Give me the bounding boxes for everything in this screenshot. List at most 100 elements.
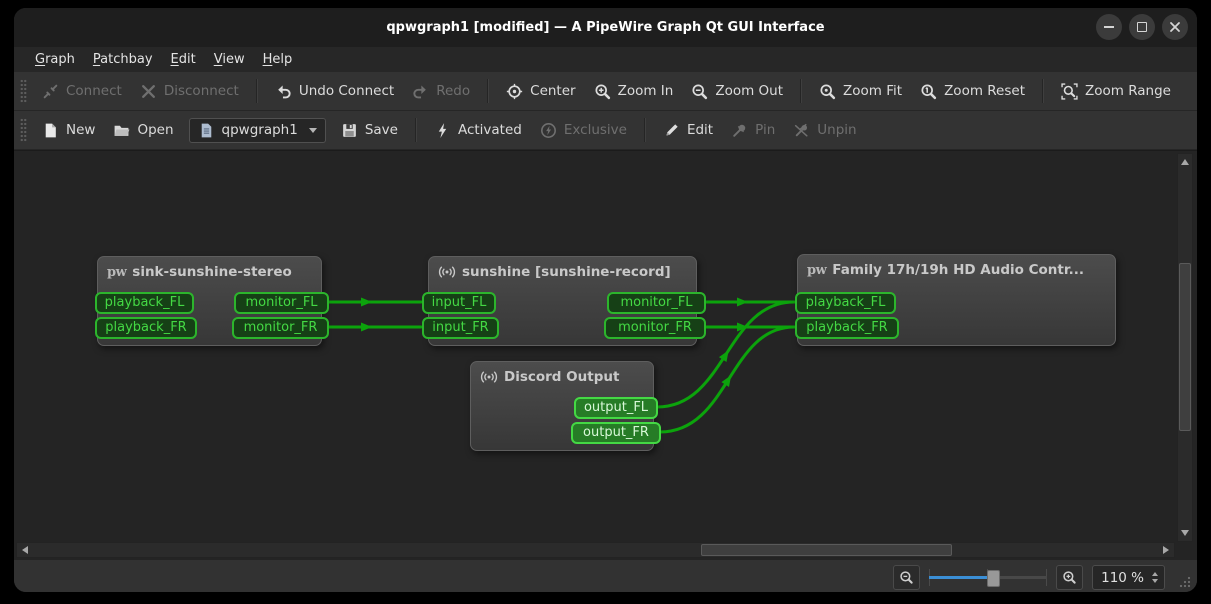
exclusive-button: Exclusive — [531, 117, 636, 144]
node-sunshine[interactable]: sunshine [sunshine-record] input_FL inpu… — [428, 256, 697, 346]
zoom-range-icon — [1061, 83, 1078, 100]
port-output-fl[interactable]: output_FL — [574, 397, 658, 419]
new-button[interactable]: New — [33, 117, 104, 144]
node-family-hd-audio[interactable]: pw Family 17h/19h HD Audio Contr... play… — [797, 254, 1116, 346]
patchbay-toolbar: New Open qpwgraph1 Save Activated Exclus… — [14, 111, 1197, 150]
circled-bolt-icon — [540, 122, 557, 139]
port-playback-fr[interactable]: playback_FR — [795, 317, 899, 339]
save-label: Save — [365, 122, 398, 138]
node-title: pw sink-sunshine-stereo — [98, 257, 321, 280]
menu-patchbay[interactable]: Patchbay — [84, 47, 162, 72]
port-playback-fl[interactable]: playback_FL — [95, 292, 194, 314]
zoom-reset-button[interactable]: Zoom Reset — [911, 78, 1034, 105]
scroll-left-button[interactable] — [18, 543, 32, 557]
zoom-range-button[interactable]: Zoom Range — [1052, 78, 1180, 105]
horizontal-scrollbar-thumb[interactable] — [701, 544, 952, 556]
window-title: qpwgraph1 [modified] — A PipeWire Graph … — [14, 8, 1197, 47]
close-button[interactable] — [1162, 14, 1188, 40]
spin-up-button[interactable] — [1152, 572, 1158, 576]
chevron-down-icon — [309, 128, 317, 133]
node-title-text: Family 17h/19h HD Audio Contr... — [832, 262, 1084, 278]
scroll-right-button[interactable] — [1159, 543, 1173, 557]
zoom-reset-label: Zoom Reset — [944, 83, 1025, 99]
new-label: New — [66, 122, 95, 138]
zoom-fit-button[interactable]: Zoom Fit — [810, 78, 911, 105]
node-title-text: sink-sunshine-stereo — [132, 264, 292, 280]
node-discord-output[interactable]: Discord Output output_FL output_FR — [470, 361, 654, 451]
zoom-fit-icon — [819, 83, 836, 100]
maximize-button[interactable] — [1129, 14, 1155, 40]
zoom-slider-handle[interactable] — [987, 570, 1000, 587]
port-playback-fr[interactable]: playback_FR — [95, 317, 197, 339]
node-title: sunshine [sunshine-record] — [429, 257, 696, 280]
triangle-up-icon — [1181, 159, 1189, 165]
redo-label: Redo — [436, 83, 470, 99]
unpin-label: Unpin — [817, 122, 856, 138]
toolbar-separator — [800, 79, 802, 103]
zoom-in-button[interactable]: Zoom In — [585, 78, 683, 105]
zoom-value: 110 % — [1101, 570, 1144, 586]
activated-button[interactable]: Activated — [425, 117, 531, 144]
pipewire-icon: pw — [107, 265, 126, 280]
disconnect-button: Disconnect — [131, 78, 248, 105]
zoom-fit-label: Zoom Fit — [843, 83, 902, 99]
zoom-out-label: Zoom Out — [715, 83, 783, 99]
statusbar-zoom-out-button[interactable] — [893, 565, 920, 590]
port-playback-fl[interactable]: playback_FL — [795, 292, 896, 314]
redo-icon — [412, 83, 429, 100]
zoom-in-icon — [1062, 570, 1077, 585]
spin-down-button[interactable] — [1152, 579, 1158, 583]
minimize-button[interactable] — [1096, 14, 1122, 40]
zoom-spinbox[interactable]: 110 % — [1092, 565, 1165, 590]
pin-label: Pin — [755, 122, 775, 138]
menu-view[interactable]: View — [205, 47, 254, 72]
toolbar-drag-handle[interactable] — [20, 118, 27, 142]
menu-edit[interactable]: Edit — [162, 47, 205, 72]
undo-connect-button[interactable]: Undo Connect — [266, 78, 403, 105]
toolbar-separator — [644, 118, 646, 142]
port-monitor-fl[interactable]: monitor_FL — [234, 292, 329, 314]
statusbar: 110 % — [14, 560, 1197, 592]
zoom-slider-fill — [929, 576, 991, 579]
node-sink-sunshine-stereo[interactable]: pw sink-sunshine-stereo playback_FL play… — [97, 256, 322, 346]
center-label: Center — [530, 83, 575, 99]
horizontal-scrollbar[interactable] — [16, 542, 1175, 558]
patchbay-file-combobox[interactable]: qpwgraph1 — [189, 118, 326, 143]
zoom-out-button[interactable]: Zoom Out — [682, 78, 792, 105]
port-input-fl[interactable]: input_FL — [422, 292, 496, 314]
port-monitor-fr[interactable]: monitor_FR — [232, 317, 329, 339]
port-monitor-fl[interactable]: monitor_FL — [607, 292, 706, 314]
disconnect-icon — [140, 83, 157, 100]
toolbar-separator — [487, 79, 489, 103]
vertical-scrollbar-thumb[interactable] — [1179, 263, 1191, 431]
node-title: Discord Output — [471, 362, 653, 385]
menu-help[interactable]: Help — [254, 47, 302, 72]
exclusive-label: Exclusive — [564, 122, 627, 138]
undo-connect-label: Undo Connect — [299, 83, 394, 99]
scroll-down-button[interactable] — [1178, 526, 1192, 540]
zoom-out-icon — [899, 570, 914, 585]
vertical-scrollbar[interactable] — [1177, 153, 1193, 542]
menu-graph[interactable]: Graph — [26, 47, 84, 72]
port-monitor-fr[interactable]: monitor_FR — [604, 317, 706, 339]
undo-icon — [275, 83, 292, 100]
open-button[interactable]: Open — [104, 117, 182, 144]
node-title-text: sunshine [sunshine-record] — [462, 264, 671, 280]
zoom-reset-icon — [920, 83, 937, 100]
resize-grip[interactable] — [1178, 575, 1191, 588]
statusbar-zoom-in-button[interactable] — [1056, 565, 1083, 590]
zoom-slider[interactable] — [929, 566, 1047, 589]
unpin-button: Unpin — [784, 117, 865, 144]
save-button[interactable]: Save — [332, 117, 407, 144]
edit-button[interactable]: Edit — [654, 117, 722, 144]
scroll-up-button[interactable] — [1178, 155, 1192, 169]
monitor-source-icon — [438, 264, 456, 280]
port-output-fr[interactable]: output_FR — [571, 422, 661, 444]
port-input-fr[interactable]: input_FR — [422, 317, 499, 339]
new-file-icon — [42, 122, 59, 139]
graph-canvas[interactable]: pw sink-sunshine-stereo playback_FL play… — [14, 150, 1197, 560]
node-title: pw Family 17h/19h HD Audio Contr... — [798, 255, 1115, 278]
center-button[interactable]: Center — [497, 78, 584, 105]
minimize-icon — [1104, 26, 1114, 28]
toolbar-drag-handle[interactable] — [20, 79, 27, 103]
